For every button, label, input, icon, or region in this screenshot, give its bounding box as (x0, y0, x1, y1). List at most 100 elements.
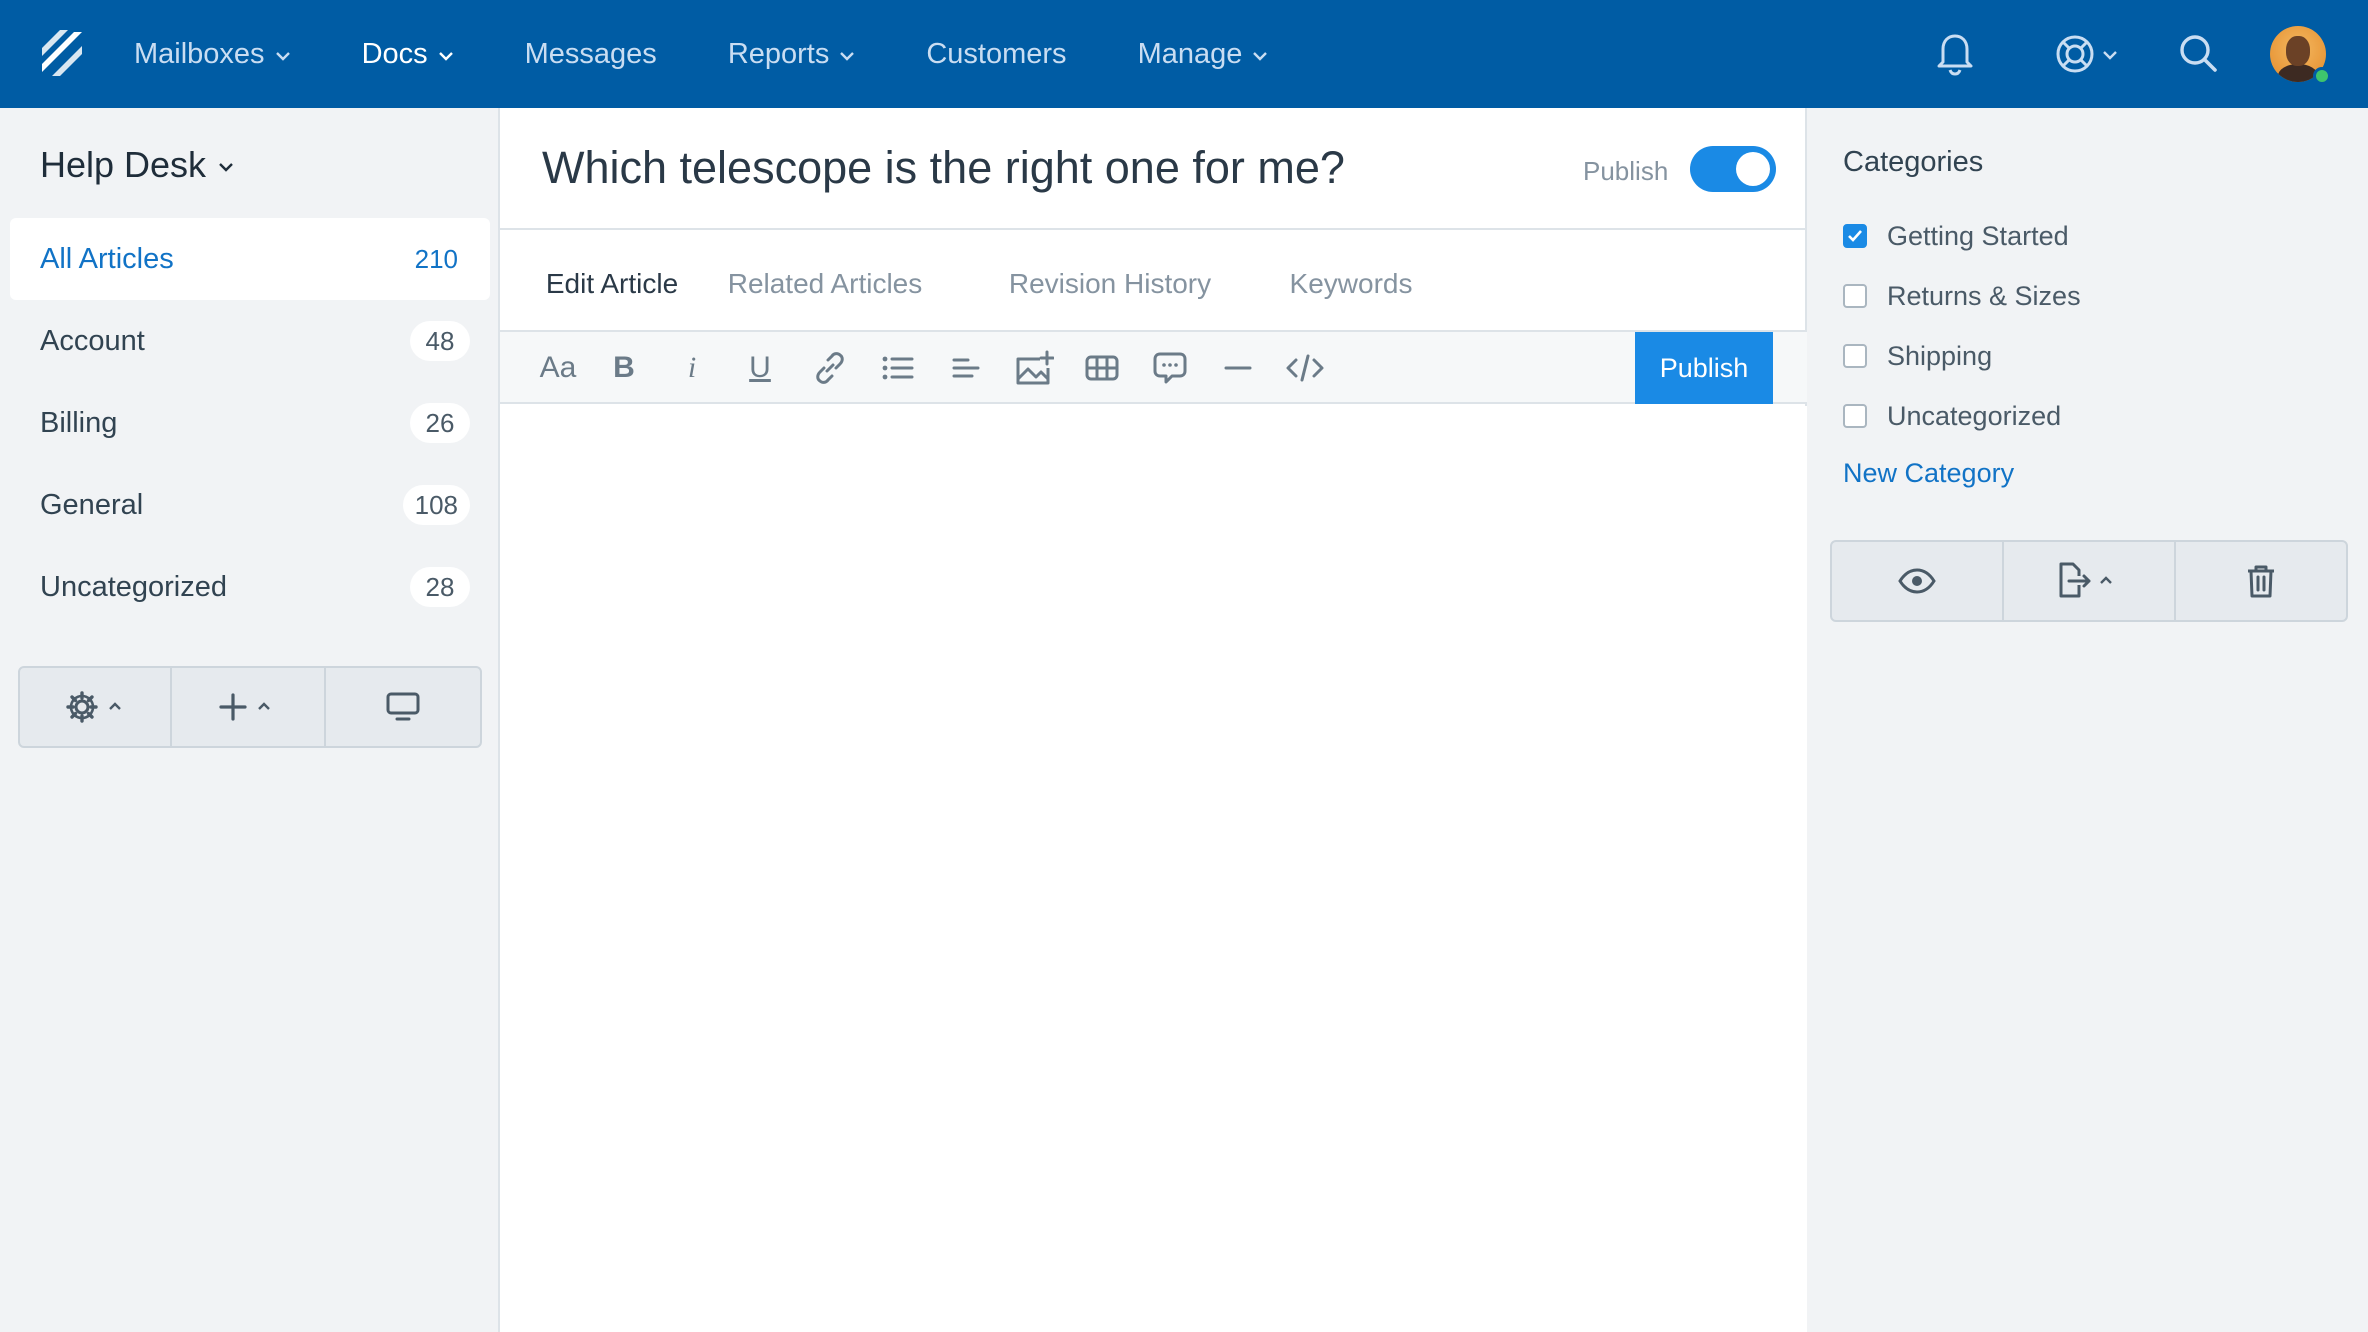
chevron-down-icon (1253, 52, 1268, 61)
export-button[interactable] (2004, 542, 2176, 620)
tab-edit-article[interactable]: Edit Article (530, 230, 694, 339)
insert-table-button[interactable] (1080, 332, 1124, 404)
link-icon (816, 352, 844, 384)
checkbox[interactable] (1843, 224, 1867, 248)
avatar-body (2278, 64, 2318, 82)
help-lifebuoy-icon[interactable] (2054, 30, 2124, 76)
checkbox[interactable] (1843, 344, 1867, 368)
site-switcher[interactable]: Help Desk (40, 144, 234, 186)
sidebar-item-general[interactable]: General 108 (10, 464, 490, 546)
sidebar-item-account[interactable]: Account 48 (10, 300, 490, 382)
editor-toolbar: Aa B i U Publish (500, 330, 1807, 404)
category-label: Shipping (1887, 340, 1993, 371)
presence-status-dot (2313, 67, 2331, 85)
new-category-link[interactable]: New Category (1843, 458, 2014, 489)
insert-image-button[interactable] (1010, 332, 1058, 404)
settings-button[interactable] (20, 668, 172, 746)
delete-button[interactable] (2176, 542, 2346, 620)
docs-sidebar: Help Desk All Articles 210 Account 48 Bi… (0, 108, 500, 1332)
publish-toggle[interactable] (1690, 146, 1776, 192)
preview-button[interactable] (1832, 542, 2004, 620)
code-icon (1286, 354, 1324, 382)
image-add-icon (1016, 350, 1054, 385)
chevron-down-icon (275, 52, 290, 61)
categories-heading: Categories (1843, 146, 1984, 178)
bold-icon: B (613, 351, 635, 384)
sidebar-item-billing[interactable]: Billing 26 (10, 382, 490, 464)
search-icon[interactable] (2176, 30, 2220, 76)
article-title[interactable]: Which telescope is the right one for me? (542, 142, 1345, 194)
category-label: Getting Started (1887, 220, 2069, 251)
count-badge: 48 (410, 321, 470, 361)
checkbox[interactable] (1843, 404, 1867, 428)
table-icon (1085, 355, 1119, 381)
article-body-editor[interactable] (500, 406, 1807, 1332)
gear-icon (66, 691, 121, 723)
sidebar-item-all-articles[interactable]: All Articles 210 (10, 218, 490, 300)
category-returns-sizes[interactable]: Returns & Sizes (1843, 266, 2081, 326)
nav-messages-label: Messages (524, 37, 657, 70)
nav-manage[interactable]: Manage (1138, 0, 1269, 108)
sidebar-item-label: Account (40, 324, 145, 357)
category-uncategorized[interactable]: Uncategorized (1843, 386, 2081, 446)
speech-bubble-icon (1153, 352, 1187, 384)
horizontal-rule-button[interactable] (1216, 332, 1260, 404)
horizontal-rule-icon (1224, 366, 1252, 370)
nav-docs[interactable]: Docs (362, 0, 454, 108)
sidebar-item-label: General (40, 488, 144, 521)
tab-revision-history[interactable]: Revision History (956, 230, 1264, 338)
bullet-list-button[interactable] (876, 332, 920, 404)
insert-callout-button[interactable] (1148, 332, 1192, 404)
link-button[interactable] (808, 332, 852, 404)
bullet-list-icon (882, 356, 914, 380)
category-getting-started[interactable]: Getting Started (1843, 206, 2081, 266)
article-tabs: Edit Article Related Articles Revision H… (530, 230, 1438, 339)
font-format-button[interactable]: Aa (536, 332, 580, 404)
nav-customers[interactable]: Customers (926, 0, 1066, 108)
avatar-face (2286, 36, 2310, 66)
nav-reports[interactable]: Reports (728, 0, 856, 108)
nav-customers-label: Customers (926, 37, 1067, 70)
nav-manage-label: Manage (1137, 37, 1243, 70)
export-icon (2059, 562, 2112, 598)
category-list: Getting Started Returns & Sizes Shipping… (1843, 206, 2081, 446)
category-shipping[interactable]: Shipping (1843, 326, 2081, 386)
chevron-down-icon (840, 52, 855, 61)
view-site-button[interactable] (326, 668, 480, 746)
publish-button[interactable]: Publish (1635, 332, 1773, 404)
nav-reports-label: Reports (727, 37, 830, 70)
tab-label: Related Articles (727, 268, 923, 299)
sidebar-item-label: Uncategorized (40, 570, 227, 603)
top-navigation: Mailboxes Docs Messages Reports Customer… (0, 0, 2368, 108)
collection-list: All Articles 210 Account 48 Billing 26 G… (10, 218, 490, 628)
italic-button[interactable]: i (672, 332, 712, 404)
nav-messages[interactable]: Messages (525, 0, 657, 108)
site-title: Help Desk (40, 144, 207, 185)
sidebar-item-label: Billing (40, 406, 118, 439)
logo-icon[interactable] (38, 28, 86, 78)
chevron-down-icon (219, 163, 233, 172)
align-button[interactable] (944, 332, 988, 404)
nav-menu: Mailboxes Docs Messages Reports Customer… (134, 0, 1339, 108)
checkmark-icon (1848, 230, 1862, 242)
sidebar-item-label: All Articles (40, 242, 174, 275)
checkbox[interactable] (1843, 284, 1867, 308)
sidebar-item-uncategorized[interactable]: Uncategorized 28 (10, 546, 490, 628)
plus-icon (219, 693, 270, 721)
bold-button[interactable]: B (604, 332, 644, 404)
bell-icon[interactable] (1934, 30, 1976, 76)
count-badge: 26 (410, 403, 470, 443)
tab-keywords[interactable]: Keywords (1264, 230, 1438, 338)
add-new-button[interactable] (172, 668, 327, 746)
tab-related-articles[interactable]: Related Articles (694, 230, 956, 338)
underline-button[interactable]: U (740, 332, 780, 404)
monitor-icon (386, 692, 420, 721)
chevron-down-icon (438, 52, 453, 61)
article-editor-panel: Which telescope is the right one for me?… (500, 108, 1807, 1332)
tab-label: Revision History (1008, 268, 1212, 299)
code-view-button[interactable] (1282, 332, 1328, 404)
count-badge: 108 (402, 485, 470, 525)
nav-mailboxes[interactable]: Mailboxes (134, 0, 291, 108)
tab-label: Edit Article (545, 268, 679, 299)
align-left-icon (952, 358, 980, 378)
